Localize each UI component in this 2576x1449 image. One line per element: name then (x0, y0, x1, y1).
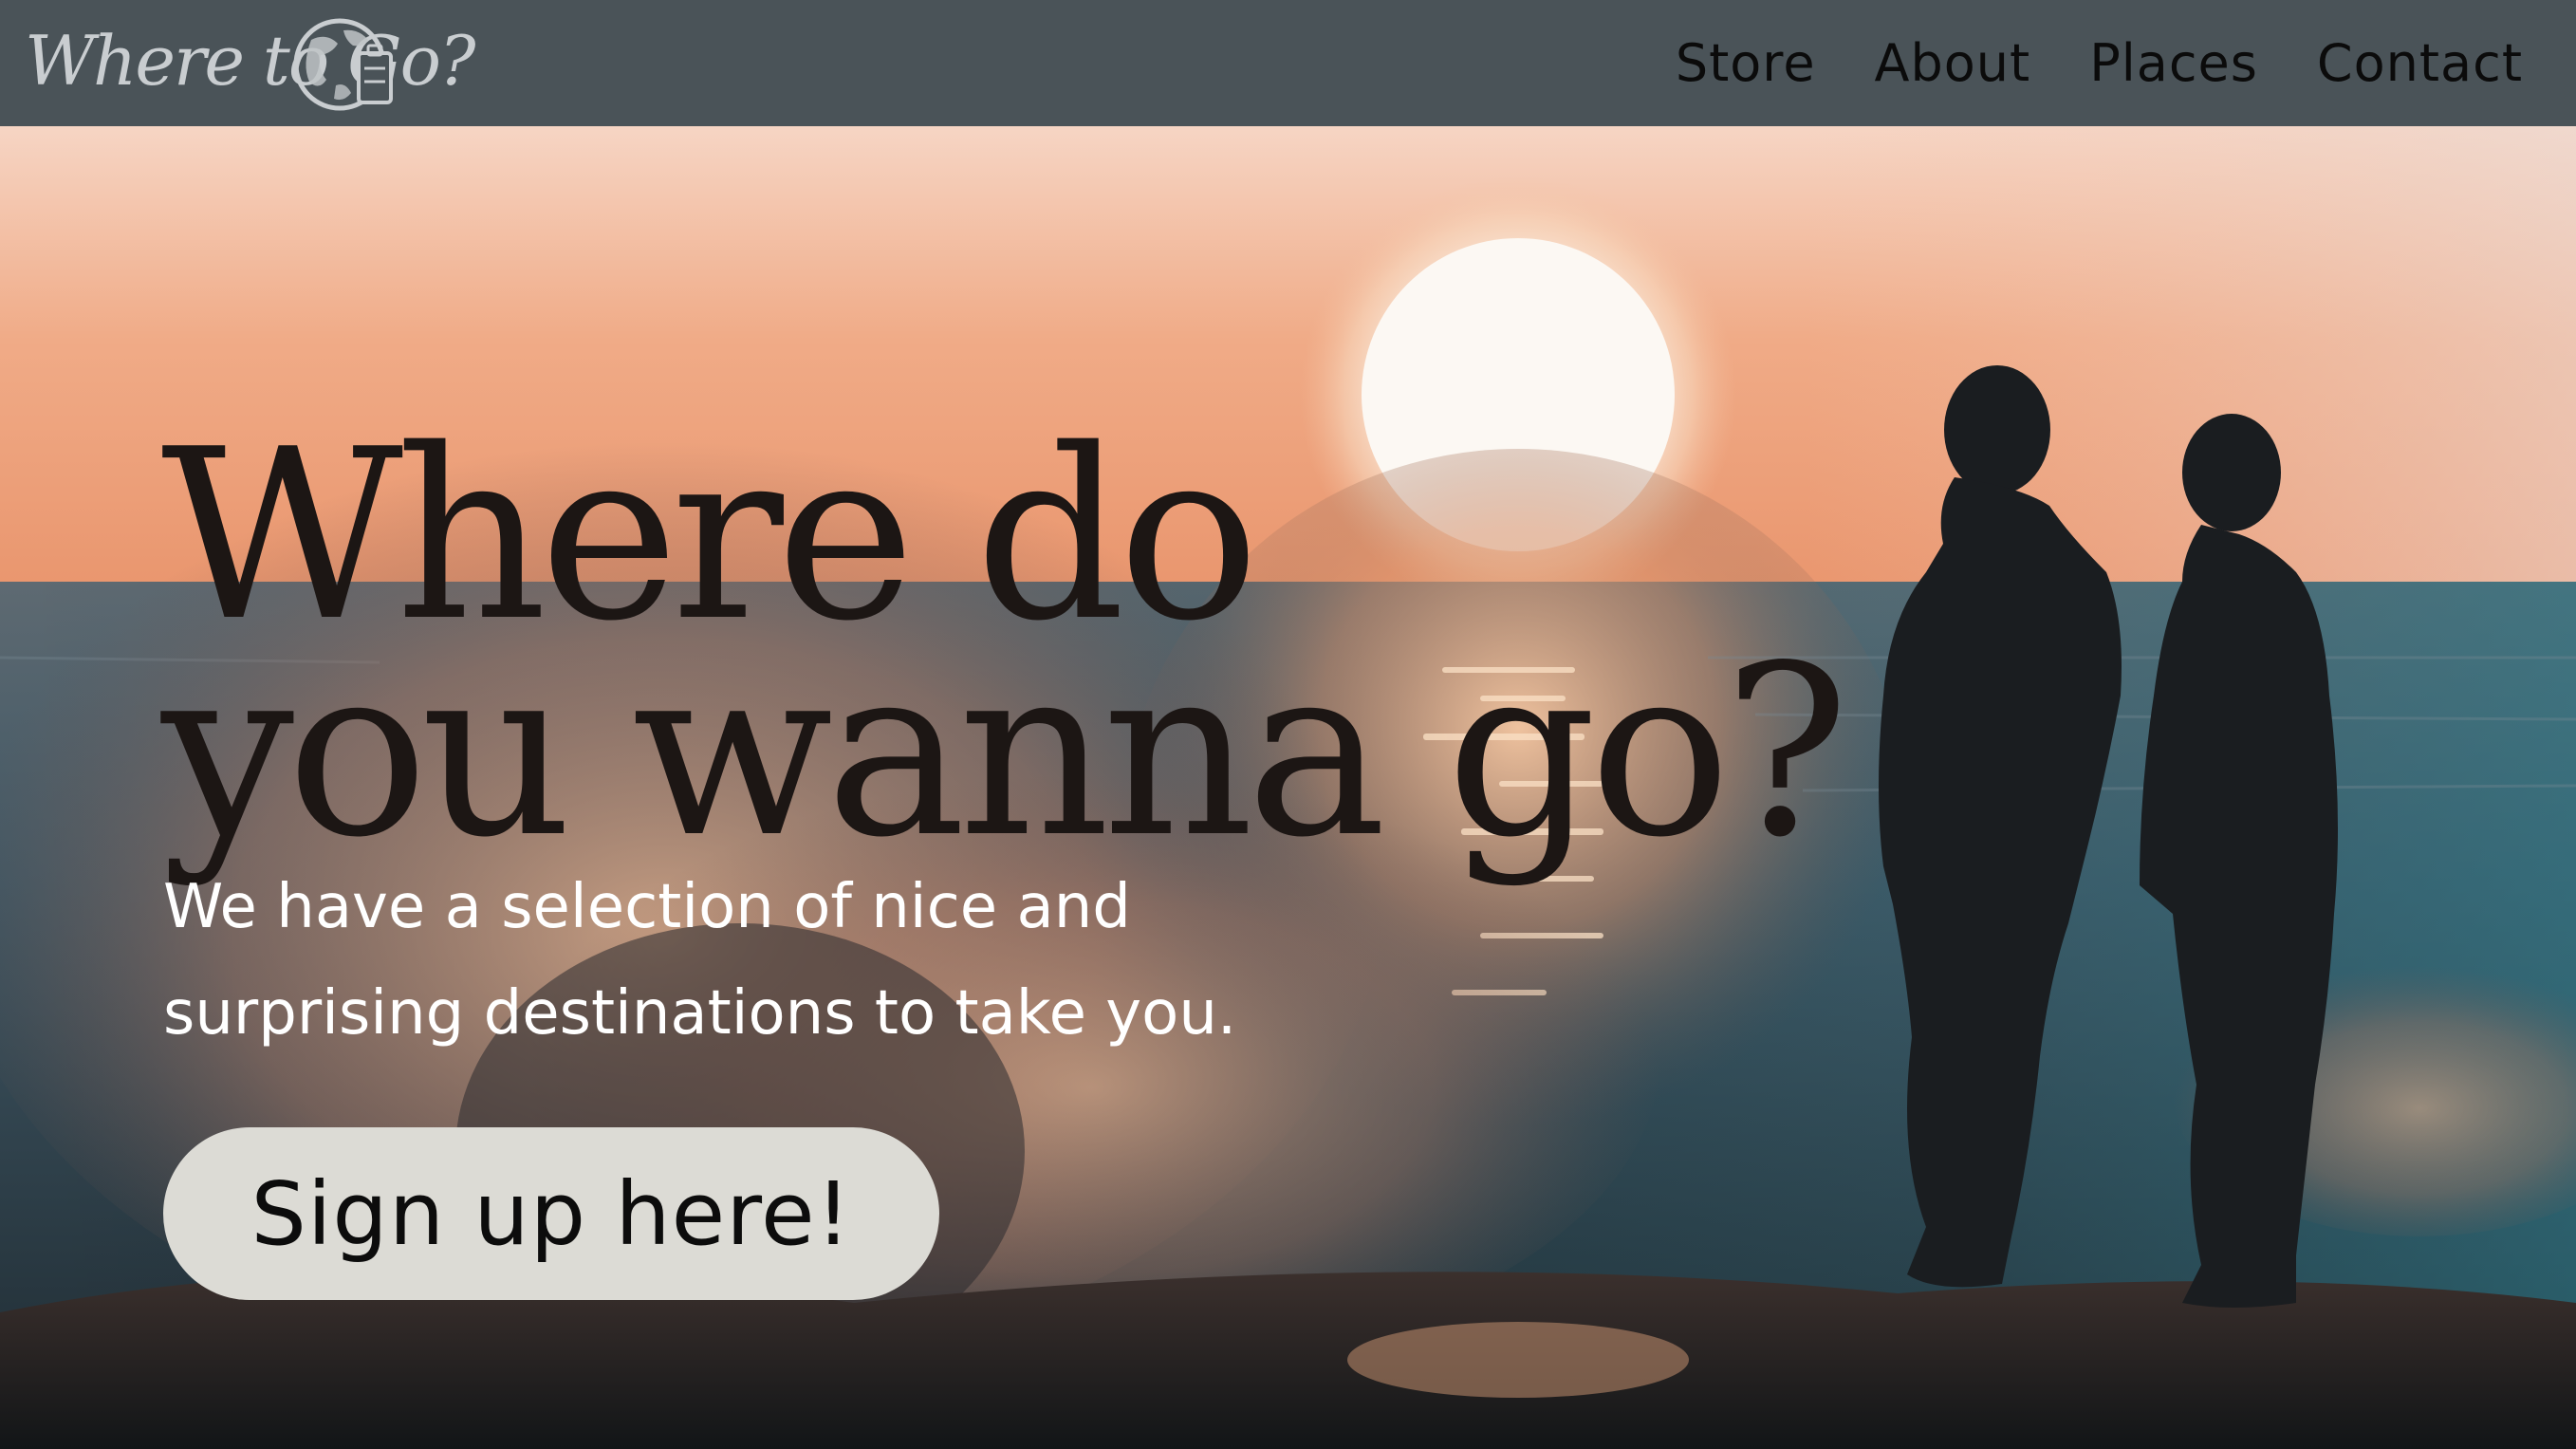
nav-link-store[interactable]: Store (1676, 33, 1816, 93)
sign-up-button[interactable]: Sign up here! (163, 1127, 939, 1300)
navbar: Where to Go? Store About Places Contact (0, 0, 2576, 126)
hero-subtext: We have a selection of nice and surprisi… (163, 854, 1397, 1067)
hero-subtext-line1: We have a selection of nice and (163, 872, 1131, 942)
hero-headline-line1: Where do (161, 399, 1260, 673)
hero-subtext-line2: surprising destinations to take you. (163, 978, 1237, 1049)
nav-links: Store About Places Contact (1676, 0, 2523, 126)
hero-headline: Where do you wanna go? (161, 399, 1849, 889)
page: Where to Go? Store About Places Contact (0, 0, 2576, 1449)
globe-suitcase-icon (293, 18, 393, 111)
nav-link-about[interactable]: About (1875, 33, 2031, 93)
logo[interactable]: Where to Go? (25, 8, 476, 120)
nav-link-contact[interactable]: Contact (2317, 33, 2523, 93)
nav-link-places[interactable]: Places (2089, 33, 2258, 93)
logo-text: Where to Go? (25, 21, 476, 101)
hero-headline-line2: you wanna go? (161, 616, 1849, 889)
